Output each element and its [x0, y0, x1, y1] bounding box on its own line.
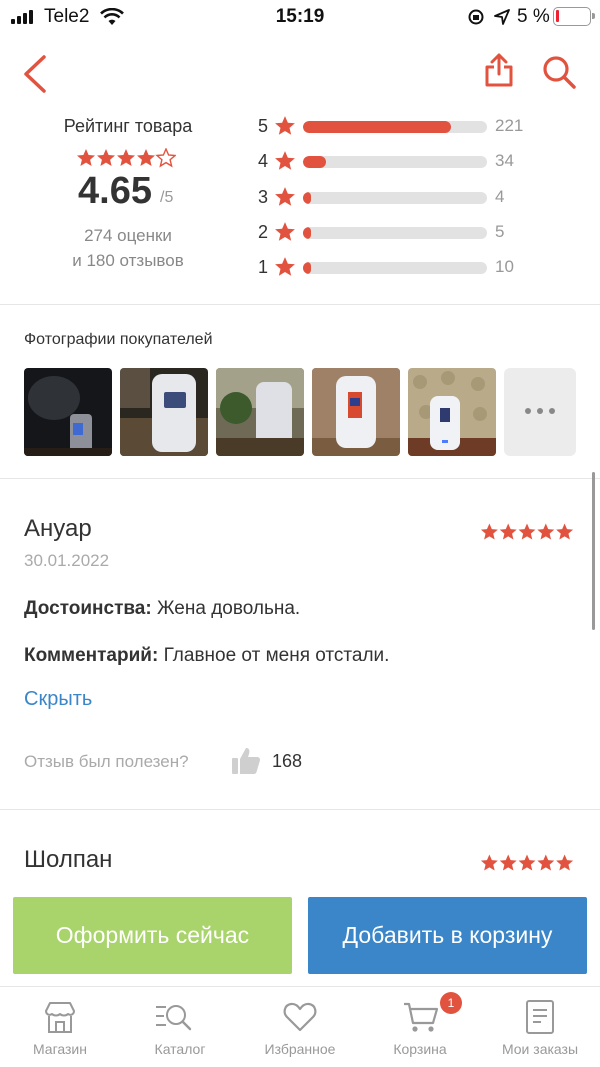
more-photos-button[interactable] — [504, 368, 576, 456]
score-max: /5 — [160, 189, 174, 206]
rating-row-1: 1 10 — [258, 256, 558, 280]
cart-badge: 1 — [440, 992, 462, 1014]
buy-now-button[interactable]: Оформить сейчас — [13, 897, 292, 974]
tab-store[interactable]: Магазин — [0, 987, 120, 1067]
tab-label: Мои заказы — [501, 1041, 579, 1057]
divider — [0, 478, 600, 479]
rating-bar-fill — [303, 262, 311, 274]
average-score: 4.65 — [78, 170, 152, 212]
rating-row-3: 3 4 — [258, 186, 558, 210]
rating-row-count: 221 — [495, 116, 524, 135]
tab-label: Корзина — [393, 1041, 447, 1057]
review-date: 30.01.2022 — [24, 551, 110, 570]
divider — [0, 809, 600, 810]
hide-review-link[interactable]: Скрыть — [24, 688, 92, 711]
tab-label: Избранное — [264, 1041, 336, 1057]
orientation-lock-icon — [468, 9, 484, 25]
add-to-cart-button[interactable]: Добавить в корзину — [308, 897, 587, 974]
reviews-count: и 180 отзывов — [72, 251, 184, 270]
tab-favorites[interactable]: Избранное — [240, 987, 360, 1067]
rating-row-stars: 3 — [258, 187, 269, 207]
status-bar: Tele2 15:19 5 % — [0, 0, 600, 34]
search-icon[interactable] — [541, 54, 577, 90]
rating-bar — [303, 156, 487, 168]
star-icon — [275, 151, 295, 170]
rating-bar — [303, 192, 487, 204]
catalog-search-icon — [156, 1005, 192, 1031]
thumbs-up-icon[interactable] — [230, 745, 262, 777]
average-stars — [77, 148, 176, 167]
rating-row-stars: 4 — [258, 151, 269, 171]
rating-bar-fill — [303, 156, 326, 168]
customer-photo[interactable] — [216, 368, 304, 456]
location-arrow-icon — [494, 9, 510, 25]
rating-bar-fill — [303, 121, 451, 133]
share-icon[interactable] — [483, 52, 515, 88]
customer-photo[interactable] — [312, 368, 400, 456]
rating-row-count: 4 — [495, 187, 505, 206]
rating-row-count: 34 — [495, 151, 514, 170]
store-icon — [45, 1002, 75, 1033]
star-icon — [275, 116, 295, 135]
battery-icon — [553, 7, 595, 26]
review-author: Ануар — [24, 515, 92, 542]
photos-title: Фотографии покупателей — [24, 331, 213, 348]
rating-row-4: 4 34 — [258, 150, 558, 174]
review-stars — [480, 854, 574, 871]
ratings-count: 274 оценки — [84, 226, 172, 245]
rating-bar-fill — [303, 192, 311, 204]
customer-photo[interactable] — [408, 368, 496, 456]
rating-bar-fill — [303, 227, 311, 239]
tab-catalog[interactable]: Каталог — [120, 987, 240, 1067]
rating-bar — [303, 227, 487, 239]
tab-orders[interactable]: Мои заказы — [480, 987, 600, 1067]
tab-label: Магазин — [32, 1041, 87, 1057]
customer-photo[interactable] — [24, 368, 112, 456]
rating-bar — [303, 121, 487, 133]
star-icon — [275, 187, 295, 206]
rating-bar — [303, 262, 487, 274]
rating-row-stars: 2 — [258, 222, 269, 242]
customer-photo[interactable] — [120, 368, 208, 456]
tab-label: Каталог — [154, 1041, 206, 1057]
back-icon[interactable] — [20, 54, 50, 94]
rating-row-stars: 1 — [258, 257, 269, 277]
review-comment: Комментарий: Главное от меня отстали. — [24, 645, 389, 667]
rating-row-2: 2 5 — [258, 221, 558, 245]
comment-text: Главное от меня отстали. — [163, 645, 390, 666]
review-author: Шолпан — [24, 846, 113, 873]
rating-row-5: 5 221 — [258, 115, 558, 139]
battery-percent: 5 % — [517, 6, 550, 27]
heart-icon — [283, 1002, 317, 1032]
pros-text: Жена довольна. — [156, 598, 301, 619]
rating-row-count: 10 — [495, 257, 514, 276]
rating-title: Рейтинг товара — [63, 116, 193, 136]
helpful-question: Отзыв был полезен? — [24, 752, 189, 771]
cart-icon — [404, 1002, 439, 1032]
orders-icon — [526, 1000, 554, 1034]
star-icon — [275, 222, 295, 241]
tab-bar: Магазин Каталог Избранное Корзина Мои за… — [0, 986, 600, 1066]
comment-label: Комментарий: — [24, 645, 159, 666]
pros-label: Достоинства: — [24, 598, 152, 619]
helpful-count: 168 — [272, 751, 303, 771]
scrollbar[interactable] — [592, 472, 595, 630]
clock: 15:19 — [275, 6, 325, 27]
review-stars — [480, 523, 574, 540]
divider — [0, 304, 600, 305]
rating-row-stars: 5 — [258, 116, 269, 136]
review-pros: Достоинства: Жена довольна. — [24, 598, 300, 620]
rating-row-count: 5 — [495, 222, 505, 241]
star-icon — [275, 257, 295, 276]
tab-cart[interactable]: Корзина — [360, 987, 480, 1067]
